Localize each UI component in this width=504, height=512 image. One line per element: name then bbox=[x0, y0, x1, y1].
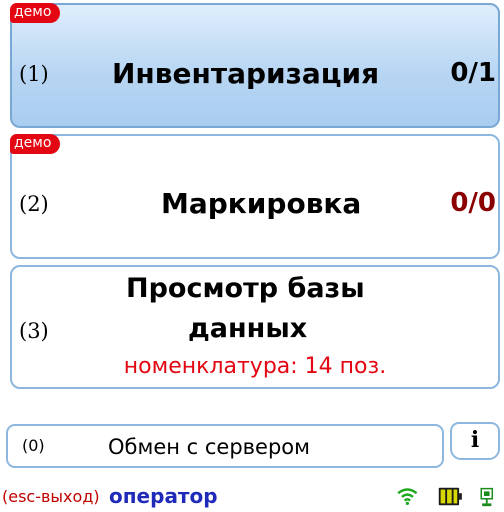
esc-hint[interactable]: (esc-выход) bbox=[2, 487, 100, 506]
demo-badge: демо bbox=[10, 134, 61, 154]
info-icon: i bbox=[470, 427, 480, 453]
battery-icon bbox=[438, 487, 462, 506]
wifi-icon bbox=[397, 488, 418, 506]
status-icons bbox=[397, 487, 494, 507]
info-button[interactable]: i bbox=[450, 422, 500, 460]
menu-item-title: Инвентаризация bbox=[112, 57, 380, 90]
exchange-label: Обмен с сервером bbox=[108, 435, 310, 459]
menu-item-database-view[interactable]: (3) Просмотр базы данных номенклатура: 1… bbox=[10, 265, 500, 389]
menu-item-count: 0/1 bbox=[450, 58, 496, 88]
menu-item-count: 0/0 bbox=[450, 188, 496, 218]
exchange-number: (0) bbox=[22, 436, 45, 455]
menu-item-number: (2) bbox=[19, 192, 49, 216]
menu-item-number: (3) bbox=[19, 319, 49, 343]
menu-item-inventory[interactable]: демо (1) Инвентаризация 0/1 bbox=[10, 3, 500, 128]
menu-item-title-line1: Просмотр базы bbox=[126, 273, 365, 304]
demo-badge: демо bbox=[10, 3, 61, 23]
network-icon bbox=[480, 487, 494, 507]
menu-item-marking[interactable]: демо (2) Маркировка 0/0 bbox=[10, 134, 500, 259]
menu-item-title: Маркировка bbox=[161, 187, 362, 220]
exchange-button[interactable]: (0) Обмен с сервером bbox=[6, 424, 444, 468]
menu-item-subtitle: номенклатура: 14 поз. bbox=[123, 354, 387, 379]
status-bar: (esc-выход) оператор bbox=[0, 480, 504, 512]
menu-item-title-line2: данных bbox=[188, 313, 308, 344]
user-name: оператор bbox=[109, 484, 218, 508]
menu-item-number: (1) bbox=[19, 62, 49, 86]
